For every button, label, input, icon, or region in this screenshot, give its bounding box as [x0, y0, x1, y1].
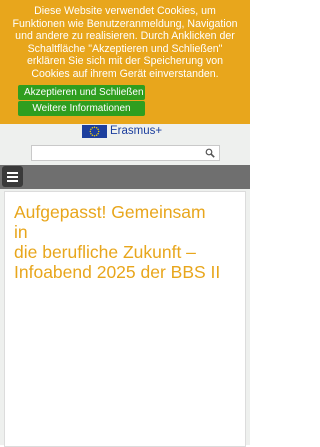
cookie-message-line: Diese Website verwendet Cookies, um — [34, 5, 216, 17]
erasmus-logo[interactable]: Erasmus+ — [82, 125, 162, 138]
cookie-message-line: Cookies auf ihrem Gerät einverstanden. — [31, 67, 219, 80]
cookie-message-line: erklären Sie sich mit der Speicherung vo… — [26, 55, 224, 68]
eu-flag-icon — [82, 125, 107, 138]
hamburger-menu-button[interactable] — [2, 166, 23, 187]
main-navbar — [0, 165, 250, 189]
headline-line: Infoabend 2025 der BBS II — [14, 262, 221, 282]
article-headline[interactable]: Aufgepasst! Gemeinsam in die berufliche … — [14, 202, 224, 282]
erasmus-label: Erasmus+ — [110, 125, 163, 137]
cookie-banner: Diese Website verwendet Cookies, um Funk… — [0, 0, 250, 124]
cookie-message-line: Schaltfläche "Akzeptieren und Schließen" — [27, 42, 223, 55]
cookie-message: Diese Website verwendet Cookies, um Funk… — [6, 5, 244, 81]
more-info-button[interactable]: Weitere Informationen — [18, 101, 145, 116]
accept-cookies-button[interactable]: Akzeptieren und Schließen — [18, 85, 145, 100]
menu-icon-bar — [7, 176, 18, 178]
menu-icon-bar — [7, 172, 18, 174]
headline-line: Aufgepasst! Gemeinsam in — [14, 202, 206, 242]
menu-icon-bar — [7, 180, 18, 182]
cookie-message-line: Funktionen wie Benutzeranmeldung, Naviga… — [12, 17, 238, 30]
headline-line: die berufliche Zukunft – — [14, 242, 196, 262]
cookie-message-line: und andere zu realisieren. Durch Anklick… — [15, 30, 235, 43]
search-input[interactable] — [31, 145, 220, 161]
search-icon[interactable] — [205, 148, 215, 158]
